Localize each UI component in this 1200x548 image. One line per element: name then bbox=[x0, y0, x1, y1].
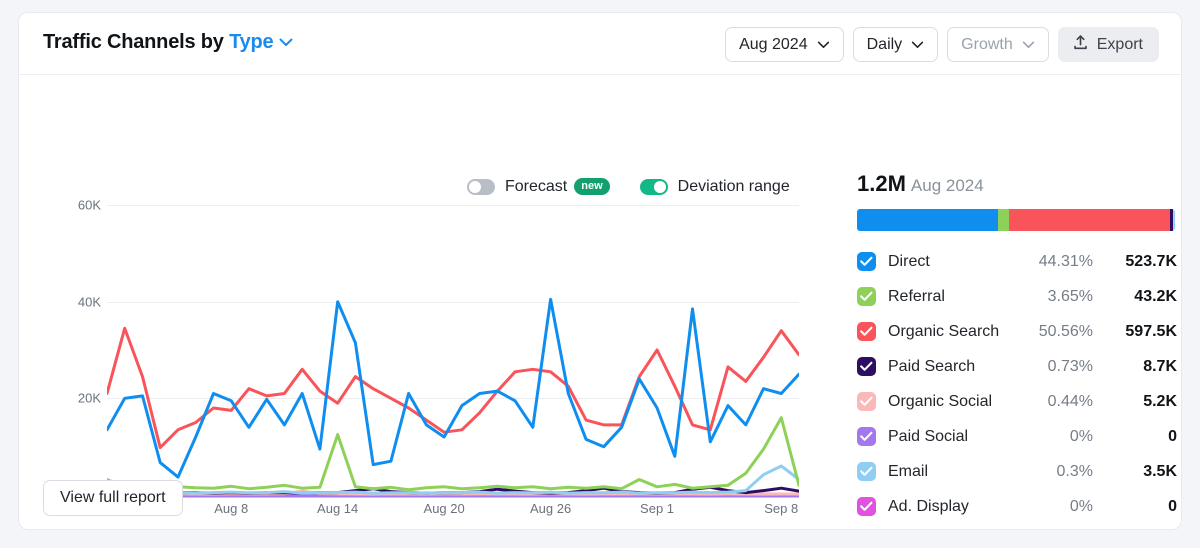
forecast-toggle-group[interactable]: Forecast new bbox=[467, 178, 610, 196]
channel-name: Paid Search bbox=[888, 357, 976, 375]
x-axis-tick-label: Aug 26 bbox=[529, 501, 572, 516]
channel-legend-list: Direct 44.31% 523.7K Referral 3.65% 43.2K Orga… bbox=[857, 244, 1177, 524]
channel-value: 0 bbox=[1168, 427, 1177, 445]
legend-row[interactable]: Paid Search 0.73% 8.7K bbox=[857, 349, 1177, 384]
channel-checkbox[interactable] bbox=[857, 287, 876, 306]
channel-percentage: 0% bbox=[1069, 497, 1093, 515]
distribution-segment bbox=[857, 209, 998, 231]
y-axis-tick-label: 40K bbox=[77, 294, 101, 310]
channel-checkbox[interactable] bbox=[857, 497, 876, 516]
total-visits: 1.2M Aug 2024 bbox=[857, 171, 1177, 197]
channel-percentage: 0% bbox=[1069, 427, 1093, 445]
traffic-channels-card: Traffic Channels by Type Aug 2024 Daily … bbox=[18, 12, 1182, 530]
chevron-down-icon bbox=[1022, 41, 1035, 49]
channel-percentage: 0.3% bbox=[1056, 462, 1093, 480]
channel-checkbox[interactable] bbox=[857, 462, 876, 481]
channel-value: 0 bbox=[1168, 497, 1177, 515]
forecast-toggle-label: Forecast new bbox=[505, 178, 610, 196]
total-visits-period: Aug 2024 bbox=[910, 176, 984, 195]
chart-plot[interactable] bbox=[107, 205, 799, 498]
x-axis-tick-label: Aug 8 bbox=[214, 501, 249, 516]
channel-percentage: 50.56% bbox=[1038, 322, 1093, 340]
channel-percentage: 44.31% bbox=[1038, 252, 1093, 270]
channel-value: 597.5K bbox=[1125, 322, 1177, 340]
distribution-segment bbox=[1009, 209, 1171, 231]
page-title-accent[interactable]: Type bbox=[229, 31, 274, 53]
legend-row[interactable]: Organic Search 50.56% 597.5K bbox=[857, 314, 1177, 349]
x-axis-tick-label: Aug 14 bbox=[317, 501, 359, 516]
metric-selector-label: Growth bbox=[961, 35, 1013, 53]
channel-value: 523.7K bbox=[1125, 252, 1177, 270]
distribution-segment bbox=[997, 209, 1010, 231]
y-axis: 020K40K60K bbox=[49, 198, 101, 503]
channel-name: Organic Social bbox=[888, 392, 993, 410]
chevron-down-icon bbox=[911, 41, 924, 49]
deviation-toggle-group[interactable]: Deviation range bbox=[639, 178, 790, 196]
x-axis-tick-label: Sep 8 bbox=[764, 501, 799, 516]
forecast-toggle[interactable] bbox=[467, 179, 495, 195]
legend-row[interactable]: Email 0.3% 3.5K bbox=[857, 454, 1177, 489]
channel-distribution-bar bbox=[857, 209, 1175, 231]
channel-checkbox[interactable] bbox=[857, 322, 876, 341]
channel-checkbox[interactable] bbox=[857, 392, 876, 411]
page-title: Traffic Channels by Type bbox=[43, 31, 293, 54]
series-line bbox=[107, 297, 799, 479]
export-button-label: Export bbox=[1096, 35, 1143, 53]
period-selector[interactable]: Aug 2024 bbox=[725, 27, 844, 62]
page-title-prefix: Traffic Channels by bbox=[43, 31, 224, 53]
legend-row[interactable]: Direct 44.31% 523.7K bbox=[857, 244, 1177, 279]
channel-summary-panel: 1.2M Aug 2024 Direct 44.31% 523.7K Referral 3… bbox=[857, 171, 1177, 524]
view-full-report-button[interactable]: View full report bbox=[43, 480, 183, 516]
deviation-toggle-label: Deviation range bbox=[677, 178, 790, 195]
total-visits-value: 1.2M bbox=[857, 171, 906, 196]
y-axis-tick-label: 20K bbox=[77, 390, 101, 406]
channel-name: Ad. Display bbox=[888, 497, 969, 515]
chart-lines bbox=[107, 297, 799, 498]
legend-row[interactable]: Organic Social 0.44% 5.2K bbox=[857, 384, 1177, 419]
chevron-down-icon bbox=[817, 41, 830, 49]
channel-value: 43.2K bbox=[1134, 287, 1177, 305]
x-axis: Aug 1Aug 8Aug 14Aug 20Aug 26Sep 1Sep 8 bbox=[90, 501, 799, 525]
channel-percentage: 3.65% bbox=[1047, 287, 1093, 305]
channel-value: 8.7K bbox=[1143, 357, 1177, 375]
metric-selector[interactable]: Growth bbox=[947, 27, 1049, 62]
channel-name: Direct bbox=[888, 252, 930, 270]
x-axis-tick-label: Sep 1 bbox=[640, 501, 675, 516]
channel-percentage: 0.44% bbox=[1047, 392, 1093, 410]
chevron-down-icon[interactable] bbox=[279, 38, 293, 47]
channel-value: 5.2K bbox=[1143, 392, 1177, 410]
x-axis-tick-label: Aug 20 bbox=[423, 501, 465, 516]
chart-toggles: Forecast new Deviation range bbox=[467, 178, 790, 196]
channel-value: 3.5K bbox=[1143, 462, 1177, 480]
deviation-range-toggle[interactable] bbox=[639, 179, 668, 195]
header-controls: Aug 2024 Daily Growth Export bbox=[725, 27, 1159, 62]
granularity-selector[interactable]: Daily bbox=[852, 27, 939, 62]
legend-row[interactable]: Referral 3.65% 43.2K bbox=[857, 279, 1177, 314]
export-button[interactable]: Export bbox=[1057, 27, 1159, 62]
y-axis-tick-label: 60K bbox=[77, 197, 101, 213]
upload-icon bbox=[1072, 34, 1089, 56]
card-body: Forecastnew Deviation range 0 20K 40K 60K A… bbox=[19, 75, 1181, 529]
series-line bbox=[107, 416, 799, 492]
channel-checkbox[interactable] bbox=[857, 427, 876, 446]
channel-checkbox[interactable] bbox=[857, 357, 876, 376]
card-header: Traffic Channels by Type Aug 2024 Daily … bbox=[19, 13, 1181, 75]
new-badge: new bbox=[574, 178, 610, 195]
period-selector-label: Aug 2024 bbox=[739, 35, 808, 53]
toggle-knob bbox=[653, 181, 666, 193]
legend-row[interactable]: Ad. Display 0% 0 bbox=[857, 489, 1177, 524]
toggle-knob bbox=[469, 181, 481, 193]
channel-name: Referral bbox=[888, 287, 945, 305]
channel-name: Organic Search bbox=[888, 322, 1000, 340]
channel-percentage: 0.73% bbox=[1047, 357, 1093, 375]
granularity-selector-label: Daily bbox=[866, 35, 903, 53]
distribution-segment bbox=[1173, 209, 1175, 231]
channel-checkbox[interactable] bbox=[857, 252, 876, 271]
channel-name: Email bbox=[888, 462, 929, 480]
legend-row[interactable]: Paid Social 0% 0 bbox=[857, 419, 1177, 454]
channel-name: Paid Social bbox=[888, 427, 969, 445]
series-line bbox=[107, 326, 799, 450]
